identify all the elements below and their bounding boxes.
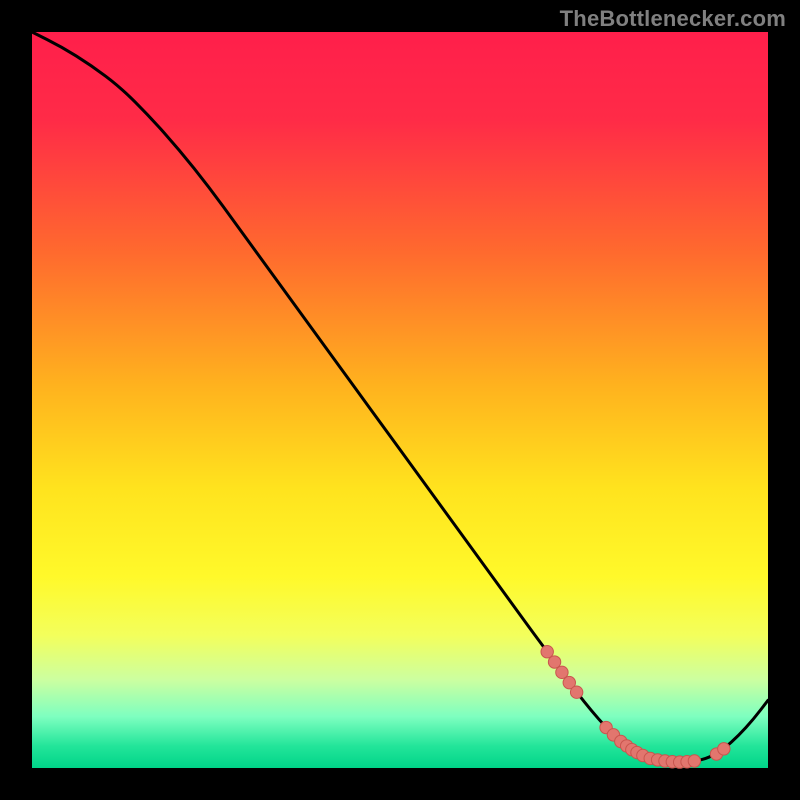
plot-area xyxy=(32,32,768,768)
data-marker xyxy=(688,755,700,767)
chart-stage: TheBottlenecker.com xyxy=(0,0,800,800)
watermark-text: TheBottlenecker.com xyxy=(560,6,786,32)
bottleneck-chart xyxy=(0,0,800,800)
data-marker xyxy=(570,686,582,698)
data-marker xyxy=(718,743,730,755)
